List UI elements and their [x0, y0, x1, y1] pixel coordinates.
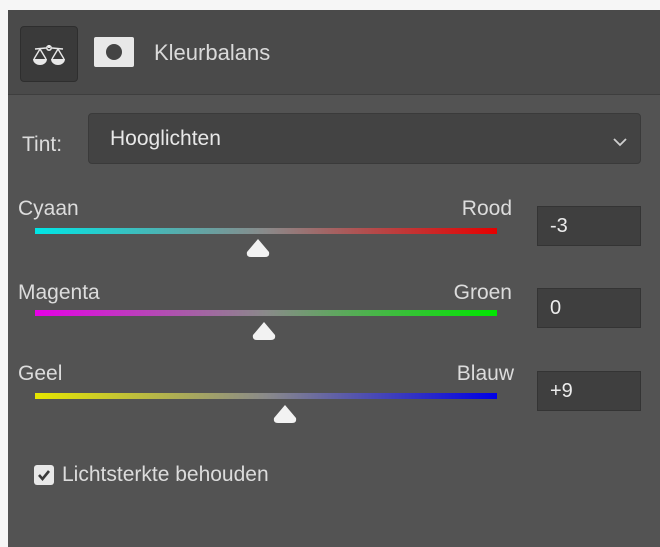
layer-mask-icon[interactable]: [94, 37, 134, 67]
panel-header: Kleurbalans: [8, 10, 660, 95]
yellow-blue-slider-thumb[interactable]: [272, 404, 298, 424]
yellow-blue-value-input[interactable]: +9: [537, 371, 641, 411]
color-balance-panel: Kleurbalans Tint: Hooglichten Cyaan Rood…: [8, 10, 660, 547]
tone-label: Tint:: [22, 133, 63, 156]
preserve-luminosity-label[interactable]: Lichtsterkte behouden: [62, 462, 269, 488]
slider-cyan-label: Cyaan: [18, 197, 79, 220]
slider-red-label: Rood: [461, 197, 512, 220]
slider-blue-label: Blauw: [456, 362, 514, 385]
yellow-blue-track[interactable]: [35, 393, 497, 399]
panel-title: Kleurbalans: [154, 40, 271, 65]
magenta-green-value-input[interactable]: 0: [537, 288, 641, 328]
tone-select-value: Hooglichten: [110, 127, 221, 150]
slider-yellow-label: Geel: [18, 362, 63, 385]
slider-green-label: Groen: [453, 281, 512, 304]
magenta-green-track[interactable]: [35, 310, 497, 316]
magenta-green-slider-thumb[interactable]: [251, 321, 277, 341]
slider-magenta-label: Magenta: [18, 281, 100, 304]
cyan-red-slider-thumb[interactable]: [245, 238, 271, 258]
cyan-red-track[interactable]: [35, 228, 497, 234]
adjustment-type-button[interactable]: [20, 26, 78, 82]
tone-select[interactable]: Hooglichten: [88, 113, 641, 164]
preserve-luminosity-checkbox[interactable]: [34, 465, 54, 485]
cyan-red-value-input[interactable]: -3: [537, 206, 641, 246]
chevron-down-icon: [613, 134, 627, 152]
